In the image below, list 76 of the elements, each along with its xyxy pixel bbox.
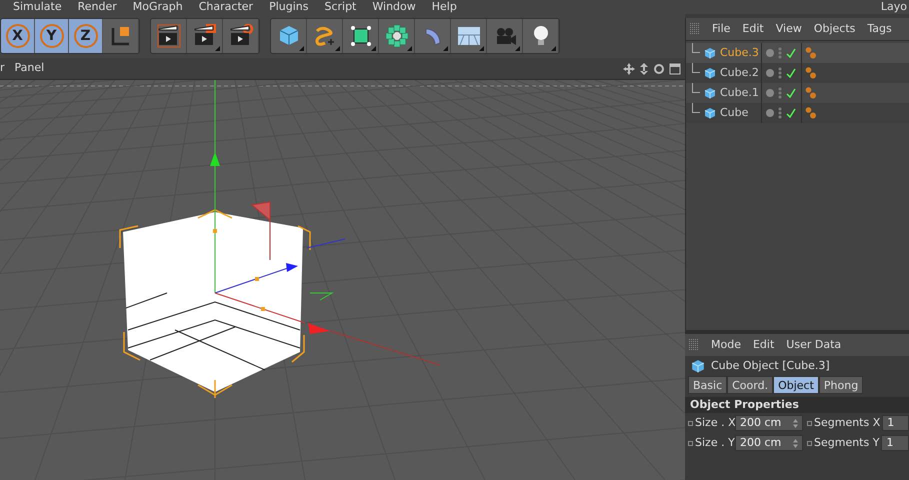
cloner-icon[interactable] bbox=[379, 19, 415, 53]
window-icon[interactable] bbox=[669, 62, 681, 74]
object-name: Cube.3 bbox=[720, 44, 759, 61]
axis-lock-button[interactable]: Y bbox=[35, 19, 69, 53]
attribute-menu-item[interactable]: Edit bbox=[752, 336, 774, 354]
material-tag-icon[interactable] bbox=[805, 46, 817, 60]
viewport-menu-item[interactable]: Panel bbox=[14, 60, 44, 77]
move-icon[interactable] bbox=[623, 62, 635, 74]
visibility-dots-icon[interactable] bbox=[778, 67, 782, 79]
subdivision-cube-icon[interactable] bbox=[343, 19, 379, 53]
bend-deformer-icon[interactable] bbox=[415, 19, 451, 53]
up-down-arrow-icon[interactable] bbox=[639, 62, 649, 74]
object-menu-item[interactable]: View bbox=[776, 20, 802, 38]
menu-item[interactable]: Window bbox=[372, 1, 416, 13]
spline-icon[interactable] bbox=[307, 19, 343, 53]
viewport-menu-item[interactable]: r bbox=[0, 60, 5, 77]
object-row[interactable]: Cube.2 bbox=[686, 63, 909, 83]
menu-item[interactable]: Plugins bbox=[269, 1, 308, 13]
material-tag-icon[interactable] bbox=[805, 106, 817, 120]
object-name: Cube.1 bbox=[720, 84, 759, 101]
render-region-icon[interactable] bbox=[187, 19, 223, 53]
rotate-icon[interactable] bbox=[653, 62, 665, 74]
number-field[interactable]: 1 bbox=[882, 415, 909, 431]
attribute-tab[interactable]: Phong bbox=[818, 376, 864, 394]
cube-icon[interactable] bbox=[271, 19, 307, 53]
field-label: Size . Y bbox=[695, 434, 733, 451]
number-field[interactable]: 200 cm bbox=[735, 435, 803, 451]
object-row[interactable]: Cube bbox=[686, 103, 909, 123]
layout-label[interactable]: Layo bbox=[880, 1, 907, 13]
number-field[interactable]: 200 cm bbox=[735, 415, 803, 431]
cube-icon bbox=[704, 107, 716, 119]
object-menu-item[interactable]: Edit bbox=[742, 20, 764, 38]
cube-icon bbox=[704, 47, 716, 59]
cube-icon bbox=[704, 67, 716, 79]
cube-icon bbox=[704, 87, 716, 99]
section-header: Object Properties bbox=[685, 397, 909, 413]
attribute-tab[interactable]: Basic bbox=[688, 376, 728, 394]
render-view-icon[interactable] bbox=[151, 19, 187, 53]
object-name: Cube.2 bbox=[720, 64, 759, 81]
coordinate-system-icon[interactable] bbox=[103, 19, 139, 53]
field-label: Segments Y bbox=[814, 434, 880, 451]
grip-icon[interactable] bbox=[690, 23, 700, 35]
menu-item[interactable]: Script bbox=[324, 1, 356, 13]
visibility-dots-icon[interactable] bbox=[778, 87, 782, 99]
field-label: Size . X bbox=[695, 414, 733, 431]
menu-item[interactable]: Simulate bbox=[13, 1, 62, 13]
attribute-tab[interactable]: Object bbox=[773, 376, 819, 394]
number-field[interactable]: 1 bbox=[881, 435, 909, 451]
attribute-tab[interactable]: Coord. bbox=[727, 376, 774, 394]
visibility-dots-icon[interactable] bbox=[778, 47, 782, 59]
visibility-dots-icon[interactable] bbox=[778, 107, 782, 119]
axis-lock-button[interactable]: X bbox=[1, 19, 35, 53]
cube-icon bbox=[691, 359, 705, 373]
object-title: Cube Object [Cube.3] bbox=[711, 358, 830, 374]
attribute-menu-item[interactable]: User Data bbox=[786, 336, 842, 354]
spinner-arrows-icon[interactable] bbox=[793, 438, 798, 448]
menu-item[interactable]: Character bbox=[198, 1, 254, 13]
axis-lock-button[interactable]: Z bbox=[69, 19, 103, 53]
grip-icon[interactable] bbox=[689, 339, 699, 351]
object-menu-item[interactable]: Tags bbox=[867, 20, 892, 38]
menu-item[interactable]: MoGraph bbox=[132, 1, 183, 13]
spinner-arrows-icon[interactable] bbox=[793, 418, 798, 428]
field-label: Segments X bbox=[814, 414, 880, 431]
object-row[interactable]: Cube.1 bbox=[686, 83, 909, 103]
attribute-menu-item[interactable]: Mode bbox=[711, 336, 741, 354]
object-row[interactable]: Cube.3 bbox=[686, 43, 909, 63]
material-tag-icon[interactable] bbox=[805, 86, 817, 100]
menu-item[interactable]: Help bbox=[432, 1, 457, 13]
floor-icon[interactable] bbox=[451, 19, 487, 53]
object-name: Cube bbox=[720, 104, 748, 121]
object-menu-item[interactable]: Objects bbox=[814, 20, 856, 38]
menu-item[interactable]: Render bbox=[78, 1, 117, 13]
light-bulb-icon[interactable] bbox=[523, 19, 559, 53]
render-settings-icon[interactable] bbox=[223, 19, 259, 53]
material-tag-icon[interactable] bbox=[805, 66, 817, 80]
object-menu-item[interactable]: File bbox=[712, 20, 730, 38]
